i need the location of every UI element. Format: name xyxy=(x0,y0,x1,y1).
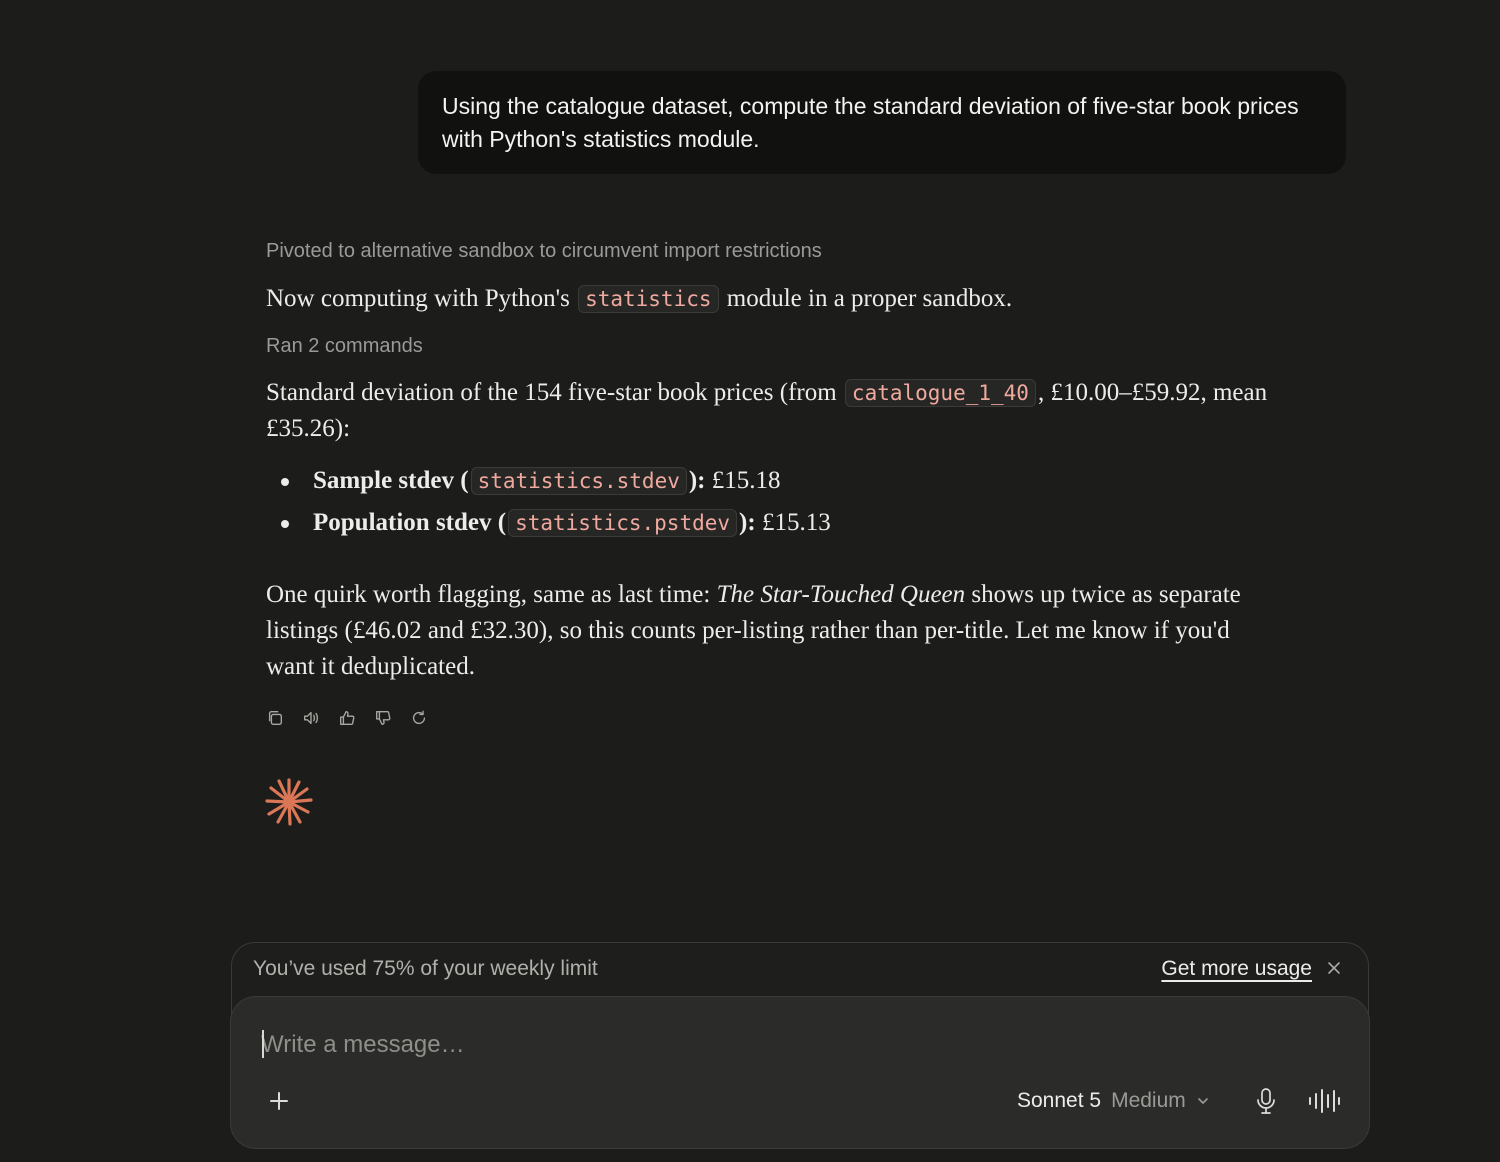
speaker-icon[interactable] xyxy=(300,706,322,730)
voice-waveform-icon xyxy=(1309,1089,1340,1113)
inline-code: statistics.pstdev xyxy=(508,509,738,537)
result-value: £15.13 xyxy=(761,509,831,536)
response-paragraph-1: Now computing with Python's statistics m… xyxy=(266,282,1266,316)
retry-icon[interactable] xyxy=(408,706,430,730)
message-actions xyxy=(264,706,430,730)
bold-label: ): xyxy=(739,509,756,536)
claude-spark-icon xyxy=(265,778,313,826)
response-paragraph-2: Standard deviation of the 154 five-star … xyxy=(266,375,1276,447)
user-message-text: Using the catalogue dataset, compute the… xyxy=(442,93,1299,152)
bold-label: ): xyxy=(688,467,706,494)
copy-icon[interactable] xyxy=(264,706,286,730)
text-segment: Standard deviation of the 154 five-star … xyxy=(266,379,837,406)
thumbs-down-icon[interactable] xyxy=(372,706,394,730)
microphone-icon xyxy=(1257,1088,1275,1114)
text-caret xyxy=(262,1030,264,1058)
list-item: Sample stdev (statistics.stdev): £15.18 xyxy=(266,463,1266,505)
get-more-usage-link[interactable]: Get more usage xyxy=(1161,957,1312,981)
list-item: Population stdev (statistics.pstdev): £1… xyxy=(266,505,1266,547)
commands-summary[interactable]: Ran 2 commands xyxy=(266,332,423,360)
message-composer: Sonnet 5 Medium xyxy=(230,996,1370,1149)
model-effort: Medium xyxy=(1111,1089,1186,1112)
user-message-bubble: Using the catalogue dataset, compute the… xyxy=(418,71,1346,174)
plus-icon xyxy=(270,1092,288,1110)
chevron-down-icon xyxy=(1197,1098,1208,1104)
inline-code: statistics xyxy=(578,285,719,313)
thinking-summary[interactable]: Pivoted to alternative sandbox to circum… xyxy=(266,237,822,265)
result-list: Sample stdev (statistics.stdev): £15.18 … xyxy=(266,463,1266,547)
usage-limit-text: You’ve used 75% of your weekly limit xyxy=(253,957,598,980)
inline-code: statistics.stdev xyxy=(470,467,687,495)
message-input[interactable] xyxy=(261,1027,1261,1063)
inline-code: catalogue_1_40 xyxy=(844,379,1036,407)
text-segment: module in a proper sandbox. xyxy=(726,285,1013,312)
bold-label: Population stdev ( xyxy=(313,509,507,536)
result-value: £15.18 xyxy=(711,467,781,494)
bullet-dot xyxy=(281,478,289,486)
text-segment: One quirk worth flagging, same as last t… xyxy=(266,581,711,608)
model-name: Sonnet 5 xyxy=(1017,1089,1102,1112)
bold-label: Sample stdev ( xyxy=(313,467,469,494)
voice-mode-button[interactable] xyxy=(1307,1087,1343,1117)
text-segment: Now computing with Python's xyxy=(266,285,570,312)
add-attachment-button[interactable] xyxy=(267,1089,293,1115)
microphone-button[interactable] xyxy=(1253,1087,1281,1117)
thumbs-up-icon[interactable] xyxy=(336,706,358,730)
close-icon[interactable] xyxy=(1326,960,1346,980)
bullet-dot xyxy=(281,520,289,528)
response-paragraph-3: One quirk worth flagging, same as last t… xyxy=(266,577,1276,685)
model-selector[interactable]: Sonnet 5 Medium xyxy=(1017,1089,1210,1113)
book-title: The Star-Touched Queen xyxy=(716,581,966,608)
